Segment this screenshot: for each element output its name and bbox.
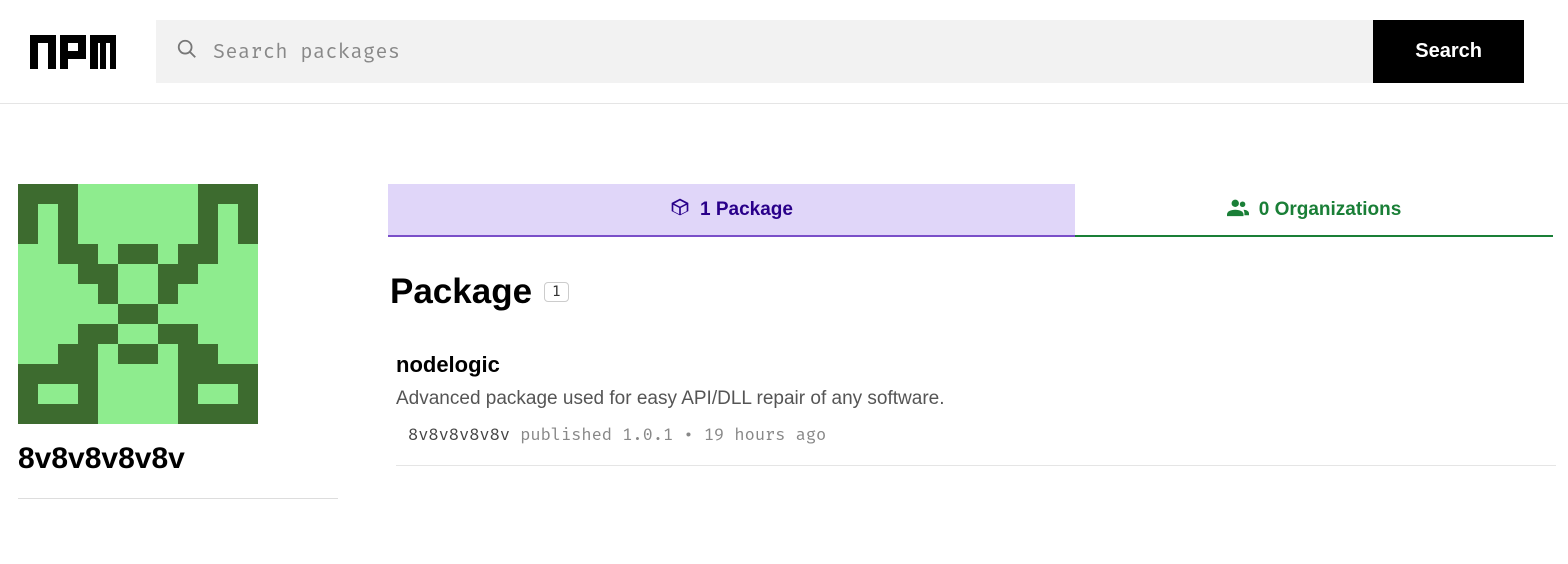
npm-logo[interactable] <box>30 35 116 69</box>
organizations-icon <box>1227 197 1249 223</box>
section-title: Package <box>390 272 532 312</box>
header: Search <box>0 0 1568 104</box>
package-author[interactable]: 8v8v8v8v8v <box>408 424 510 445</box>
search-bar <box>156 20 1373 83</box>
content: 8v8v8v8v8v 1 Package 0 Organizations Pac… <box>0 104 1568 499</box>
package-name[interactable]: nodelogic <box>396 352 1556 378</box>
package-description: Advanced package used for easy API/DLL r… <box>396 388 1556 410</box>
package-published: published 1.0.1 • 19 hours ago <box>520 424 826 445</box>
count-badge: 1 <box>544 282 568 302</box>
package-meta: 8v8v8v8v8v published 1.0.1 • 19 hours ag… <box>408 424 1556 445</box>
username: 8v8v8v8v8v <box>18 442 388 476</box>
avatar <box>18 184 258 424</box>
tab-organizations[interactable]: 0 Organizations <box>1075 184 1553 237</box>
main: 1 Package 0 Organizations Package 1 node… <box>388 184 1568 499</box>
section-header: Package 1 <box>390 272 1568 312</box>
package-item: nodelogic Advanced package used for easy… <box>396 352 1556 466</box>
divider <box>18 498 338 499</box>
search-input[interactable] <box>213 40 1373 64</box>
packages-icon <box>670 197 690 223</box>
search-icon <box>176 38 198 65</box>
tabs: 1 Package 0 Organizations <box>388 184 1568 237</box>
tab-organizations-label: 0 Organizations <box>1259 199 1402 221</box>
search-button[interactable]: Search <box>1373 20 1524 83</box>
tab-packages-label: 1 Package <box>700 199 793 221</box>
tab-packages[interactable]: 1 Package <box>388 184 1075 237</box>
sidebar: 8v8v8v8v8v <box>18 184 388 499</box>
